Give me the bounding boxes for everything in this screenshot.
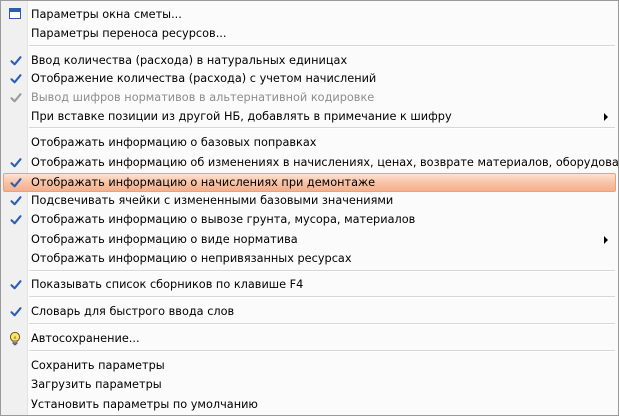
menu-item-label: Ввод количества (расхода) в натуральных … [31,54,348,67]
menu-item[interactable]: Установить параметры по умолчанию [3,395,616,414]
menu-item-label: Отображать информацию о базовых поправка… [31,136,317,149]
menu-item[interactable]: Параметры окна сметы... [3,5,616,24]
menu-item[interactable]: Отображать информацию об изменениях в на… [3,153,619,172]
menu-item[interactable]: Автосохранение... [3,329,616,348]
menu-item[interactable]: Показывать список сборников по клавише F… [3,275,616,294]
menu-separator [29,270,615,272]
menu-separator [29,127,615,129]
menu-item-label: Автосохранение... [31,332,140,345]
checkmark-icon [10,177,22,189]
context-menu: Параметры окна сметы... Параметры перенос… [0,0,619,416]
checkmark-icon [10,306,22,318]
menu-item[interactable]: При вставке позиции из другой НБ, добавл… [3,107,616,126]
menu-item[interactable]: Сохранить параметры [3,356,616,375]
menu-separator [29,350,615,352]
checkmark-icon [10,214,22,226]
menu-item-label: Отображать информацию о вывозе грунта, м… [31,213,416,226]
checkmark-icon [10,73,22,85]
menu-separator [29,296,615,298]
menu-item-label: Параметры окна сметы... [31,8,182,21]
menu-item[interactable]: Параметры переноса ресурсов... [3,24,616,43]
menu-item[interactable]: Отображать информацию о вывозе грунта, м… [3,210,616,229]
menu-item-label: Вывод шифров нормативов в альтернативной… [31,91,375,104]
menu-item[interactable]: Отображение количества (расхода) с учето… [3,69,616,88]
menu-item[interactable]: Отображать информацию о виде норматива [3,230,616,249]
menu-item[interactable]: Ввод количества (расхода) в натуральных … [3,51,616,70]
menu-item[interactable]: Отображать информацию о начислениях при … [3,173,616,192]
checkmark-icon [10,195,22,207]
menu-separator [29,45,615,47]
menu-item[interactable]: Отображать информацию о непривязанных ре… [3,249,616,268]
menu-item: Вывод шифров нормативов в альтернативной… [3,88,616,107]
menu-item-label: Загрузить параметры [31,378,162,391]
submenu-arrow-icon [604,113,608,121]
lightbulb-icon [8,331,22,346]
menu-item-label: Показывать список сборников по клавише F… [31,278,304,291]
menu-item-label: Параметры переноса ресурсов... [31,27,227,40]
checkmark-icon [10,157,22,169]
submenu-arrow-icon [604,236,608,244]
menu-item-label: Словарь для быстрого ввода слов [31,305,235,318]
menu-item[interactable]: Загрузить параметры [3,375,616,394]
menu-item[interactable]: Словарь для быстрого ввода слов [3,302,616,321]
menu-item-label: Отображать информацию о виде норматива [31,233,298,246]
checkmark-icon [10,55,22,67]
menu-separator [29,323,615,325]
menu-item[interactable]: Подсвечивать ячейки с измененными базовы… [3,191,616,210]
menu-item[interactable]: Отображать информацию о базовых поправка… [3,133,616,152]
menu-item-label: Сохранить параметры [31,359,165,372]
menu-item-label: Отображение количества (расхода) с учето… [31,72,377,85]
menu-item-label: Подсвечивать ячейки с измененными базовы… [31,194,394,207]
checkmark-icon [10,279,22,291]
menu-item-label: При вставке позиции из другой НБ, добавл… [31,110,452,123]
menu-item-label: Установить параметры по умолчанию [31,398,258,411]
menu-item-label: Отображать информацию о непривязанных ре… [31,252,352,265]
menu-item-label: Отображать информацию об изменениях в на… [31,156,619,169]
checkmark-icon [10,92,22,104]
menu-item-label: Отображать информацию о начислениях при … [31,176,376,189]
window-icon [9,8,21,19]
